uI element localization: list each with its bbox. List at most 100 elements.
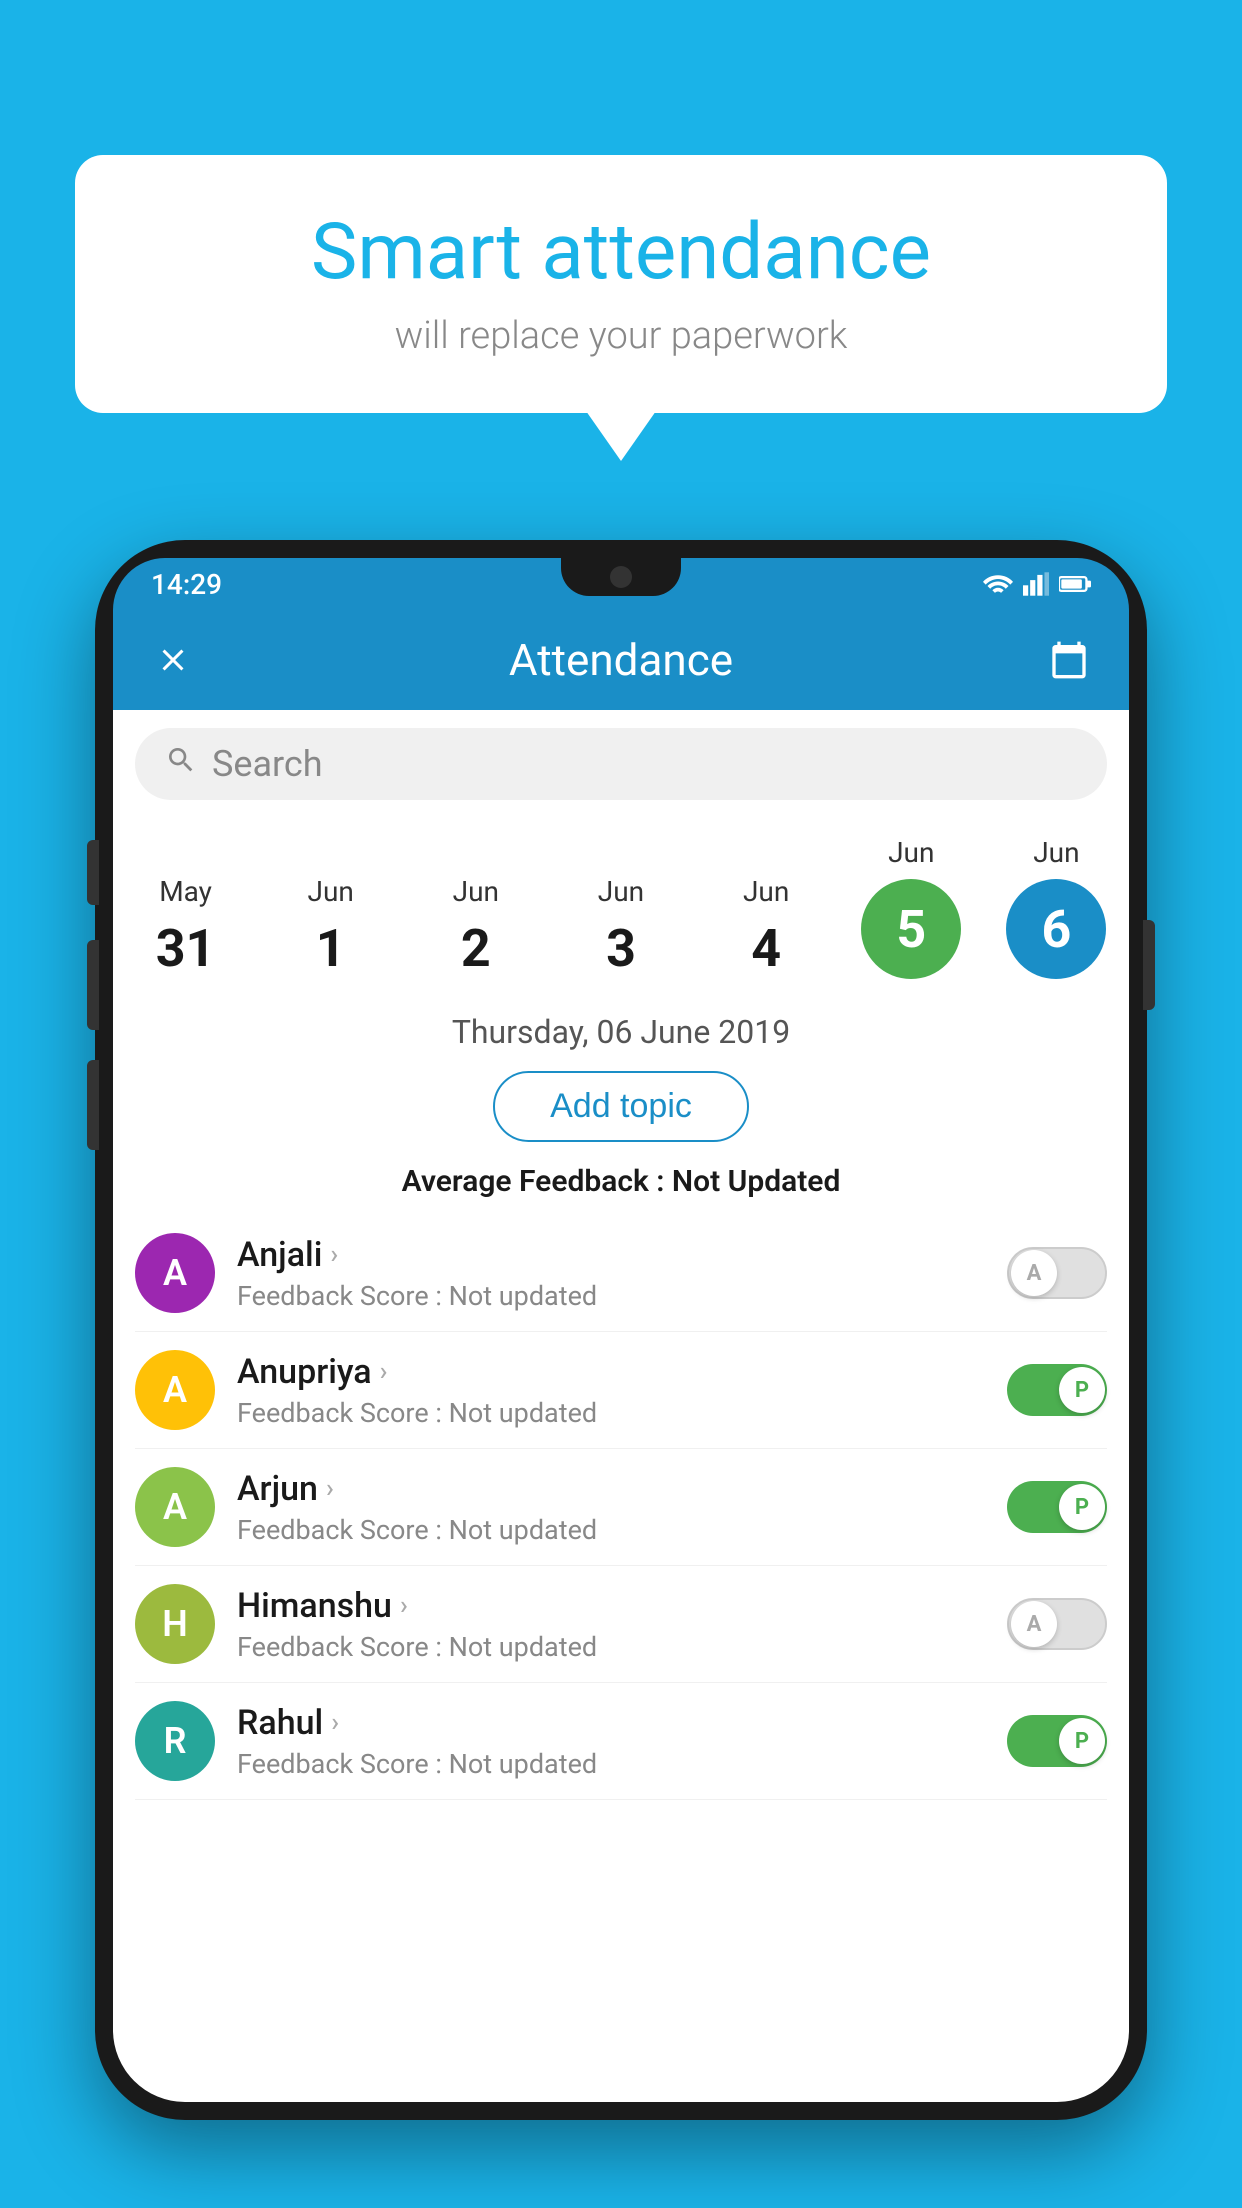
- selected-date: Thursday, 06 June 2019: [113, 997, 1129, 1061]
- student-name: Anjali ›: [237, 1235, 985, 1275]
- bubble-subtitle: will replace your paperwork: [135, 314, 1107, 358]
- date-day-circle[interactable]: 5: [861, 879, 961, 979]
- search-icon: [165, 743, 197, 785]
- search-bar[interactable]: Search: [135, 728, 1107, 800]
- chevron-right-icon: ›: [331, 1708, 339, 1738]
- bubble-title: Smart attendance: [135, 210, 1107, 296]
- student-info: Rahul › Feedback Score : Not updated: [237, 1703, 985, 1780]
- student-name: Anupriya ›: [237, 1352, 985, 1392]
- app-bar-title: Attendance: [509, 634, 733, 686]
- avg-feedback: Average Feedback : Not Updated: [113, 1158, 1129, 1215]
- toggle-switch[interactable]: A: [1007, 1247, 1107, 1299]
- student-avatar: R: [135, 1701, 215, 1781]
- phone-screen: Search May 31 Jun 1 Jun 2 Jun 3 Jun 4 Jun 5 Jun 6 Thu…: [113, 710, 1129, 2102]
- date-month: Jun: [453, 875, 499, 908]
- date-month: Jun: [1033, 836, 1079, 869]
- date-month: Jun: [308, 875, 354, 908]
- student-feedback: Feedback Score : Not updated: [237, 1397, 985, 1429]
- student-item[interactable]: A Anjali › Feedback Score : Not updated A: [135, 1215, 1107, 1332]
- date-day: 1: [316, 918, 346, 979]
- student-feedback: Feedback Score : Not updated: [237, 1280, 985, 1312]
- student-feedback: Feedback Score : Not updated: [237, 1631, 985, 1663]
- speech-bubble-container: Smart attendance will replace your paper…: [75, 155, 1167, 413]
- chevron-right-icon: ›: [400, 1591, 408, 1621]
- date-month: Jun: [888, 836, 934, 869]
- student-name: Himanshu ›: [237, 1586, 985, 1626]
- date-month: May: [159, 875, 212, 908]
- student-list: AAnjali ›Feedback Score : Not updatedAAA…: [113, 1215, 1129, 1800]
- student-avatar: A: [135, 1350, 215, 1430]
- student-avatar: H: [135, 1584, 215, 1664]
- student-info: Himanshu › Feedback Score : Not updated: [237, 1586, 985, 1663]
- toggle-knob: A: [1011, 1250, 1057, 1296]
- attendance-toggle[interactable]: A: [1007, 1247, 1107, 1299]
- avg-feedback-label: Average Feedback :: [402, 1164, 665, 1199]
- date-col-1[interactable]: Jun 1: [266, 875, 396, 997]
- student-name: Rahul ›: [237, 1703, 985, 1743]
- phone-frame: 14:29: [95, 540, 1147, 2120]
- date-month: Jun: [598, 875, 644, 908]
- side-button-left-3: [87, 1060, 99, 1150]
- add-topic-container: Add topic: [113, 1061, 1129, 1158]
- chevron-right-icon: ›: [330, 1240, 338, 1270]
- attendance-toggle[interactable]: P: [1007, 1364, 1107, 1416]
- student-avatar: A: [135, 1233, 215, 1313]
- date-col-6[interactable]: Jun 6: [991, 836, 1121, 997]
- date-day: 3: [606, 918, 636, 979]
- date-col-2[interactable]: Jun 2: [411, 875, 541, 997]
- date-col-5[interactable]: Jun 5: [846, 836, 976, 997]
- toggle-switch[interactable]: P: [1007, 1715, 1107, 1767]
- toggle-switch[interactable]: P: [1007, 1364, 1107, 1416]
- toggle-knob: P: [1059, 1718, 1105, 1764]
- chevron-right-icon: ›: [326, 1474, 334, 1504]
- toggle-knob: A: [1011, 1601, 1057, 1647]
- status-time: 14:29: [151, 568, 222, 601]
- battery-icon: [1059, 574, 1091, 594]
- avg-feedback-value: Not Updated: [672, 1164, 840, 1199]
- student-item[interactable]: H Himanshu › Feedback Score : Not updated A: [135, 1566, 1107, 1683]
- date-col-0[interactable]: May 31: [121, 875, 251, 997]
- phone-notch: [561, 558, 681, 596]
- student-item[interactable]: A Anupriya › Feedback Score : Not updated P: [135, 1332, 1107, 1449]
- phone-camera: [610, 566, 632, 588]
- add-topic-button[interactable]: Add topic: [493, 1071, 749, 1142]
- student-item[interactable]: A Arjun › Feedback Score : Not updated P: [135, 1449, 1107, 1566]
- toggle-switch[interactable]: A: [1007, 1598, 1107, 1650]
- student-info: Anjali › Feedback Score : Not updated: [237, 1235, 985, 1312]
- wifi-icon: [983, 572, 1013, 596]
- attendance-toggle[interactable]: P: [1007, 1715, 1107, 1767]
- date-day: 2: [461, 918, 491, 979]
- student-item[interactable]: R Rahul › Feedback Score : Not updated P: [135, 1683, 1107, 1800]
- toggle-knob: P: [1059, 1484, 1105, 1530]
- toggle-switch[interactable]: P: [1007, 1481, 1107, 1533]
- student-avatar: A: [135, 1467, 215, 1547]
- date-col-3[interactable]: Jun 3: [556, 875, 686, 997]
- search-bar-container: Search: [113, 710, 1129, 818]
- student-info: Anupriya › Feedback Score : Not updated: [237, 1352, 985, 1429]
- side-button-right: [1143, 920, 1155, 1010]
- date-day-circle[interactable]: 6: [1006, 879, 1106, 979]
- date-day: 31: [156, 918, 216, 979]
- chevron-right-icon: ›: [380, 1357, 388, 1387]
- calendar-button[interactable]: [1039, 630, 1099, 690]
- date-col-4[interactable]: Jun 4: [701, 875, 831, 997]
- student-feedback: Feedback Score : Not updated: [237, 1748, 985, 1780]
- student-feedback: Feedback Score : Not updated: [237, 1514, 985, 1546]
- side-button-left-2: [87, 940, 99, 1030]
- search-input-placeholder: Search: [212, 743, 323, 785]
- date-month: Jun: [743, 875, 789, 908]
- phone-container: 14:29: [95, 540, 1147, 2208]
- status-icons: [983, 572, 1091, 596]
- date-strip: May 31 Jun 1 Jun 2 Jun 3 Jun 4 Jun 5 Jun 6: [113, 818, 1129, 997]
- student-info: Arjun › Feedback Score : Not updated: [237, 1469, 985, 1546]
- side-button-left-1: [87, 840, 99, 905]
- close-button[interactable]: [143, 630, 203, 690]
- toggle-knob: P: [1059, 1367, 1105, 1413]
- speech-bubble: Smart attendance will replace your paper…: [75, 155, 1167, 413]
- student-name: Arjun ›: [237, 1469, 985, 1509]
- attendance-toggle[interactable]: A: [1007, 1598, 1107, 1650]
- date-day: 4: [751, 918, 781, 979]
- signal-icon: [1023, 572, 1049, 596]
- app-bar: Attendance: [113, 610, 1129, 710]
- attendance-toggle[interactable]: P: [1007, 1481, 1107, 1533]
